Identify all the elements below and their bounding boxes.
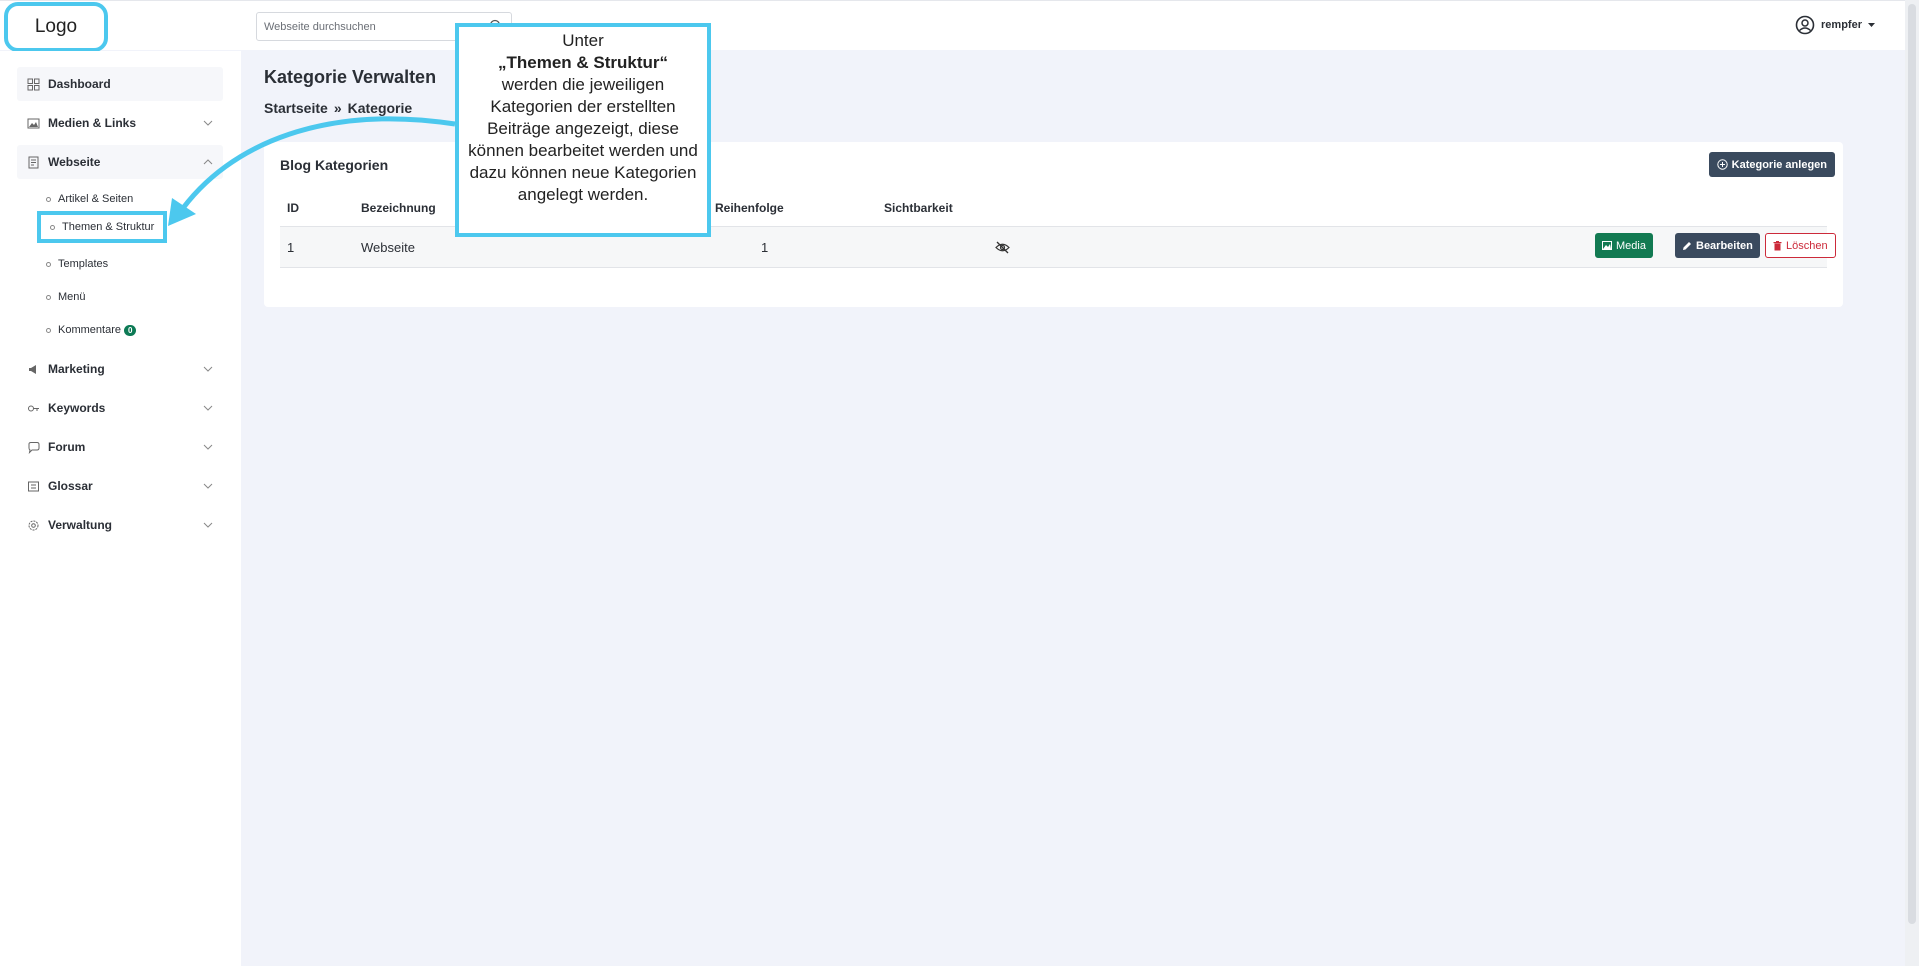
callout-line1: Unter	[562, 31, 604, 50]
sidebar-item-label: Dashboard	[48, 77, 111, 91]
scrollbar[interactable]	[1905, 0, 1919, 966]
user-circle-icon	[1795, 15, 1815, 35]
caret-down-icon	[1868, 22, 1875, 27]
image-icon	[27, 118, 40, 128]
media-button[interactable]: Media	[1595, 233, 1653, 258]
edit-button-label: Bearbeiten	[1696, 239, 1753, 252]
sidebar-item-keywords[interactable]: Keywords	[17, 391, 223, 425]
grid-icon	[27, 78, 40, 90]
logo-text: Logo	[34, 16, 78, 37]
sidebar-subitem-label: Templates	[58, 258, 109, 270]
chevron-up-icon	[203, 159, 213, 165]
sidebar-item-marketing[interactable]: Marketing	[17, 352, 223, 386]
eye-slash-icon[interactable]	[995, 241, 1010, 254]
chevron-down-icon	[203, 405, 213, 411]
scrollbar-thumb[interactable]	[1908, 4, 1916, 924]
cell-id: 1	[287, 240, 295, 255]
chevron-down-icon	[203, 522, 213, 528]
chevron-down-icon	[203, 366, 213, 372]
bullet-icon	[50, 224, 55, 230]
sidebar-subitem-themen[interactable]: Themen & Struktur	[37, 211, 168, 243]
chevron-down-icon	[203, 444, 213, 450]
callout-text: werden die jeweiligen Kategorien der ers…	[468, 75, 698, 204]
sidebar-item-label: Medien & Links	[48, 116, 137, 130]
edit-button[interactable]: Bearbeiten	[1675, 233, 1760, 258]
gear-icon	[28, 520, 39, 530]
page-title: Kategorie Verwalten	[264, 67, 437, 87]
sidebar-item-label: Verwaltung	[48, 518, 113, 532]
sidebar-item-label: Keywords	[48, 401, 106, 415]
annotation-callout: Unter „Themen & Struktur“ werden die jew…	[455, 23, 711, 237]
trash-icon	[1773, 240, 1782, 250]
cell-name: Webseite	[361, 240, 415, 255]
cell-order: 1	[761, 240, 769, 255]
user-name: rempfer	[1821, 19, 1862, 31]
delete-button[interactable]: Löschen	[1765, 233, 1836, 258]
column-header-sichtbarkeit: Sichtbarkeit	[884, 201, 953, 215]
sidebar-subitem-label: Themen & Struktur	[62, 221, 155, 233]
bullet-icon	[46, 196, 51, 202]
sidebar-subitem-label: Artikel & Seiten	[58, 193, 134, 205]
add-category-button[interactable]: Kategorie anlegen	[1708, 152, 1835, 177]
sidebar-subitem-templates[interactable]: Templates	[46, 258, 108, 270]
delete-button-label: Löschen	[1786, 239, 1828, 252]
bullet-icon	[46, 261, 51, 267]
sidebar-item-label: Webseite	[48, 155, 101, 169]
image-icon	[1602, 241, 1612, 250]
user-menu[interactable]: rempfer	[1795, 15, 1875, 35]
chevron-down-icon	[203, 120, 213, 126]
top-bar: rempfer	[0, 0, 1905, 50]
chat-icon	[28, 441, 40, 454]
bullet-icon	[46, 327, 51, 333]
chevron-down-icon	[203, 483, 213, 489]
column-header-bezeichnung: Bezeichnung	[361, 201, 436, 215]
sidebar-item-forum[interactable]: Forum	[17, 430, 223, 464]
sidebar-item-medien[interactable]: Medien & Links	[17, 106, 223, 140]
plus-circle-icon	[1716, 159, 1728, 170]
bullet-icon	[46, 294, 51, 300]
sidebar: Dashboard Medien & Links Webseite Artike…	[0, 51, 241, 966]
media-button-label: Media	[1616, 239, 1646, 252]
sidebar-item-label: Forum	[48, 440, 86, 454]
breadcrumb-home[interactable]: Startseite	[264, 100, 328, 116]
sidebar-item-verwaltung[interactable]: Verwaltung	[17, 508, 223, 542]
sidebar-subitem-kommentare[interactable]: Kommentare 0	[46, 324, 137, 336]
megaphone-icon	[29, 364, 36, 374]
search-input[interactable]	[257, 13, 477, 40]
callout-bold: „Themen & Struktur“	[497, 53, 669, 72]
sidebar-item-dashboard[interactable]: Dashboard	[17, 67, 223, 101]
breadcrumb: Startseite » Kategorie	[264, 100, 412, 116]
column-header-reihenfolge: Reihenfolge	[715, 201, 784, 215]
document-icon	[28, 156, 39, 168]
sidebar-item-label: Glossar	[48, 479, 93, 493]
key-icon	[28, 405, 39, 411]
book-icon	[28, 481, 39, 491]
logo[interactable]: Logo	[4, 2, 108, 52]
sidebar-subitem-label: Menü	[58, 291, 86, 303]
sidebar-subitem-menu[interactable]: Menü	[46, 291, 86, 303]
pencil-icon	[1683, 241, 1691, 250]
breadcrumb-separator: »	[333, 100, 342, 116]
sidebar-item-label: Marketing	[48, 362, 105, 376]
add-category-label: Kategorie anlegen	[1731, 158, 1827, 171]
sidebar-item-webseite[interactable]: Webseite	[17, 145, 223, 179]
sidebar-subitem-label: Kommentare	[58, 324, 121, 336]
sidebar-subitem-artikel[interactable]: Artikel & Seiten	[46, 193, 133, 205]
comment-count-badge: 0	[123, 324, 137, 336]
breadcrumb-current: Kategorie	[347, 100, 413, 116]
sidebar-item-glossar[interactable]: Glossar	[17, 469, 223, 503]
column-header-id: ID	[287, 201, 299, 215]
card-title: Blog Kategorien	[280, 157, 389, 173]
